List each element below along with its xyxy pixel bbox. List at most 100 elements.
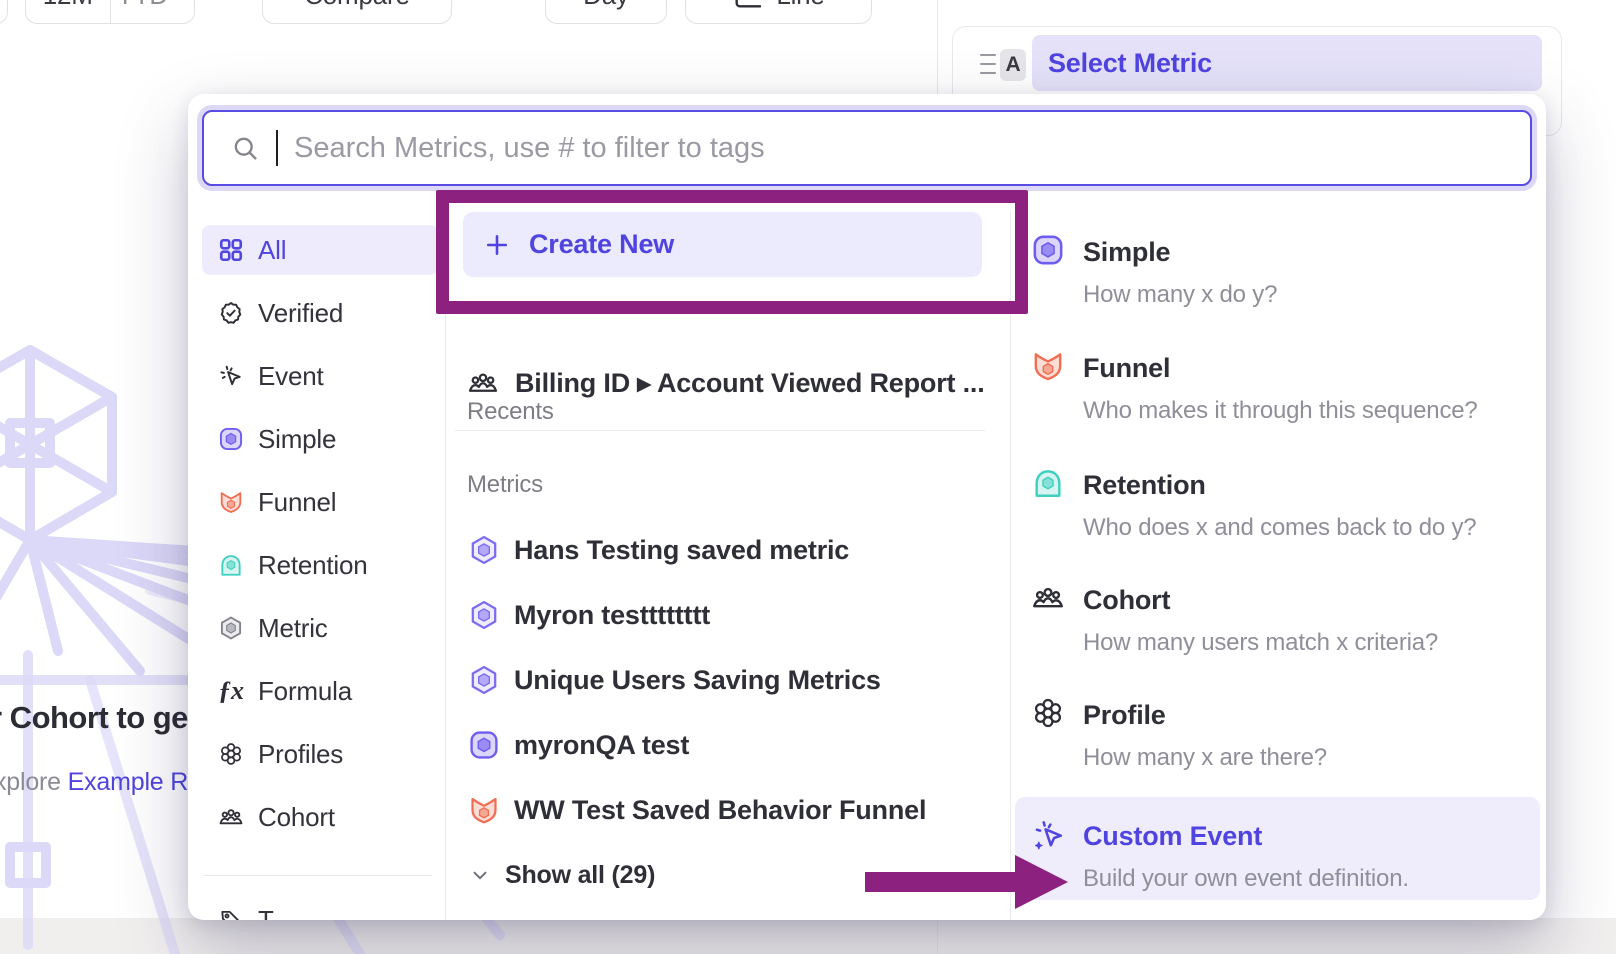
metric-list-item[interactable]: Myron testttttttt (468, 590, 710, 640)
custom-event-icon (1031, 819, 1065, 853)
type-option-funnel[interactable]: Funnel Who makes it through this sequenc… (1015, 345, 1540, 449)
metric-hexagon-icon (468, 599, 500, 631)
type-description: How many users match x criteria? (1083, 629, 1438, 657)
sidebar-item-label: Metric (258, 613, 328, 644)
type-title: Profile (1083, 700, 1166, 731)
section-divider (455, 430, 985, 431)
sidebar-item-formula[interactable]: ƒx Formula (202, 666, 438, 716)
sidebar-item-label: Event (258, 361, 324, 392)
empty-state-explore: xplore Example R (0, 768, 188, 797)
filter-sidebar: All Verified Event (202, 225, 438, 920)
type-description: Build your own event definition. (1083, 865, 1409, 893)
select-metric-button[interactable]: Select Metric (1032, 35, 1542, 91)
empty-state-headline: r Cohort to ge (0, 700, 188, 736)
retention-icon (218, 552, 244, 578)
simple-metric-icon (218, 426, 244, 452)
funnel-icon (468, 794, 500, 826)
metric-name: Myron testttttttt (514, 600, 710, 631)
sidebar-item-label: Formula (258, 676, 352, 707)
sidebar-item-all[interactable]: All (202, 225, 438, 275)
cohort-icon (218, 804, 244, 830)
date-range-control: 12M YTD (25, 0, 195, 24)
type-option-custom-event[interactable]: Custom Event Build your own event defini… (1015, 797, 1540, 900)
sidebar-item-tags-partial[interactable]: T (202, 895, 438, 920)
type-title: Simple (1083, 237, 1170, 268)
toolbar-partial-button[interactable] (0, 0, 8, 24)
show-all-label: Show all (29) (505, 861, 655, 890)
text-cursor (276, 130, 278, 166)
metric-list-item[interactable]: Hans Testing saved metric (468, 525, 849, 575)
metric-search-box (202, 110, 1532, 186)
metric-name: WW Test Saved Behavior Funnel (514, 795, 926, 826)
sidebar-item-verified[interactable]: Verified (202, 288, 438, 338)
metric-list-item[interactable]: Unique Users Saving Metrics (468, 655, 881, 705)
range-ytd-label: YTD (117, 0, 168, 11)
type-title: Custom Event (1083, 821, 1262, 852)
cohort-icon (467, 367, 499, 399)
formula-icon: ƒx (218, 676, 244, 706)
create-new-label: Create New (529, 229, 674, 260)
line-chart-icon (732, 0, 764, 11)
type-description: Who does x and comes back to do y? (1083, 514, 1476, 542)
column-divider (1010, 212, 1011, 920)
type-description: How many x do y? (1083, 281, 1277, 309)
chevron-down-icon (469, 864, 491, 886)
retention-icon (1031, 466, 1065, 500)
funnel-icon (1031, 349, 1065, 383)
sidebar-item-metric[interactable]: Metric (202, 603, 438, 653)
grid-icon (218, 237, 244, 263)
sidebar-item-label: Retention (258, 550, 368, 581)
type-option-retention[interactable]: Retention Who does x and comes back to d… (1015, 462, 1540, 566)
range-12m-button[interactable]: 12M (26, 0, 110, 23)
metrics-section-label: Metrics (467, 471, 543, 499)
sidebar-item-cohort[interactable]: Cohort (202, 792, 438, 842)
sidebar-item-label: T (258, 905, 274, 921)
compare-label: Compare (304, 0, 410, 11)
cohort-icon (1031, 581, 1065, 615)
metric-name: myronQA test (514, 730, 689, 761)
sidebar-item-label: Cohort (258, 802, 335, 833)
event-cursor-icon (218, 363, 244, 389)
chart-type-line-button[interactable]: Line (685, 0, 872, 24)
type-title: Retention (1083, 470, 1206, 501)
sidebar-item-label: Simple (258, 424, 336, 455)
metric-list-item[interactable]: WW Test Saved Behavior Funnel (468, 785, 926, 835)
create-new-button[interactable]: Create New (463, 212, 982, 277)
sidebar-item-retention[interactable]: Retention (202, 540, 438, 590)
sidebar-item-profiles[interactable]: Profiles (202, 729, 438, 779)
sidebar-item-event[interactable]: Event (202, 351, 438, 401)
type-description: Who makes it through this sequence? (1083, 397, 1478, 425)
sidebar-item-simple[interactable]: Simple (202, 414, 438, 464)
example-link[interactable]: Example R (68, 768, 188, 796)
type-title: Cohort (1083, 585, 1170, 616)
metric-letter-badge: A (1000, 49, 1026, 81)
show-all-button[interactable]: Show all (29) (469, 855, 655, 895)
drag-handle-icon[interactable] (980, 54, 996, 74)
range-ytd-button[interactable]: YTD (110, 0, 195, 23)
metric-search-input[interactable] (294, 132, 1530, 165)
tag-icon (218, 907, 244, 920)
recent-item-label: Billing ID ▸ Account Viewed Report ... (515, 368, 985, 399)
type-option-simple[interactable]: Simple How many x do y? (1015, 229, 1540, 333)
sidebar-item-label: Profiles (258, 739, 343, 770)
search-icon (230, 133, 260, 163)
interval-label: Day (583, 0, 629, 11)
profiles-icon (218, 741, 244, 767)
explore-prefix: xplore (0, 768, 68, 796)
funnel-icon (218, 489, 244, 515)
type-option-cohort[interactable]: Cohort How many users match x criteria? (1015, 577, 1540, 681)
type-option-profile[interactable]: Profile How many x are there? (1015, 692, 1540, 796)
metric-hexagon-icon (468, 534, 500, 566)
simple-metric-icon (468, 729, 500, 761)
interval-day-button[interactable]: Day (545, 0, 667, 24)
metric-list-item[interactable]: myronQA test (468, 720, 689, 770)
recent-item[interactable]: Billing ID ▸ Account Viewed Report ... (467, 363, 985, 403)
sidebar-item-label: All (258, 235, 286, 266)
sidebar-divider (204, 875, 432, 876)
sidebar-item-label: Funnel (258, 487, 336, 518)
compare-button[interactable]: Compare (262, 0, 452, 24)
metric-name: Hans Testing saved metric (514, 535, 849, 566)
sidebar-item-funnel[interactable]: Funnel (202, 477, 438, 527)
metric-picker-modal: All Verified Event (188, 94, 1546, 920)
metric-hexagon-icon (218, 615, 244, 641)
